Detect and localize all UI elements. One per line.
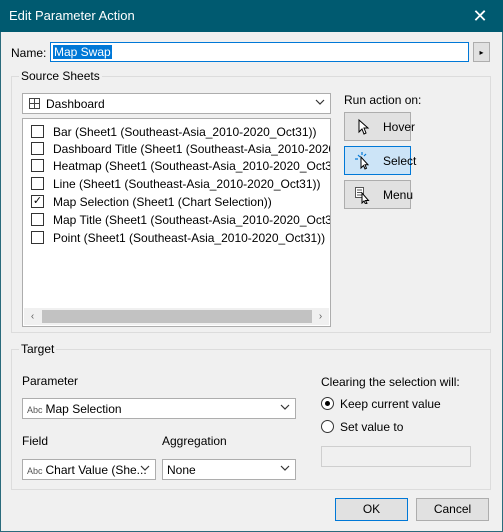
chevron-down-icon bbox=[314, 95, 326, 109]
source-sheets-title: Source Sheets bbox=[19, 69, 102, 83]
field-value: Chart Value (She... bbox=[45, 463, 147, 477]
select-button-label: Select bbox=[383, 154, 417, 168]
list-item-label: Dashboard Title (Sheet1 (Southeast-Asia_… bbox=[53, 142, 331, 156]
target-title: Target bbox=[19, 342, 57, 356]
dashboard-select[interactable]: Dashboard bbox=[22, 93, 331, 114]
checkbox[interactable] bbox=[31, 231, 44, 244]
aggregation-label: Aggregation bbox=[162, 434, 227, 448]
hover-button[interactable]: Hover bbox=[344, 112, 415, 141]
run-action-label: Run action on: bbox=[344, 93, 422, 107]
set-value-to-radio[interactable] bbox=[321, 420, 334, 433]
clearing-label: Clearing the selection will: bbox=[321, 375, 460, 389]
name-expand-button[interactable]: ▸ bbox=[473, 42, 490, 62]
parameter-label: Parameter bbox=[22, 374, 79, 388]
name-input-value: Map Swap bbox=[53, 45, 112, 59]
hover-button-label: Hover bbox=[383, 120, 416, 134]
scrollbar-thumb[interactable] bbox=[42, 310, 312, 323]
checkbox[interactable] bbox=[31, 177, 44, 190]
click-pointer-icon bbox=[355, 152, 371, 170]
list-item-label: Point (Sheet1 (Southeast-Asia_2010-2020_… bbox=[53, 231, 326, 245]
menu-pointer-icon bbox=[355, 186, 371, 205]
list-item-label: Line (Sheet1 (Southeast-Asia_2010-2020_O… bbox=[53, 177, 321, 191]
close-icon[interactable]: ✕ bbox=[457, 0, 503, 32]
parameter-select-text: Abc Map Selection bbox=[27, 402, 122, 416]
scroll-right-icon[interactable]: › bbox=[312, 308, 329, 325]
list-item-label: Heatmap (Sheet1 (Southeast-Asia_2010-202… bbox=[53, 159, 331, 173]
dashboard-select-value: Dashboard bbox=[46, 97, 105, 111]
menu-button-label: Menu bbox=[383, 188, 414, 202]
parameter-value: Map Selection bbox=[45, 402, 122, 416]
dashboard-icon bbox=[29, 98, 40, 109]
parameter-select[interactable]: Abc Map Selection bbox=[22, 398, 296, 419]
list-item-label: Map Title (Sheet1 (Southeast-Asia_2010-2… bbox=[53, 213, 331, 227]
title-bar: Edit Parameter Action ✕ bbox=[0, 0, 503, 32]
name-input[interactable]: Map Swap bbox=[50, 42, 469, 62]
field-label: Field bbox=[22, 434, 49, 448]
window-title: Edit Parameter Action bbox=[9, 8, 135, 23]
field-select-text: Abc Chart Value (She... bbox=[27, 463, 147, 477]
keep-current-value-radio[interactable] bbox=[321, 397, 334, 410]
field-select[interactable]: Abc Chart Value (She... bbox=[22, 459, 156, 480]
aggregation-select[interactable]: None bbox=[162, 459, 296, 480]
chevron-down-icon bbox=[139, 461, 151, 475]
chevron-down-icon bbox=[279, 461, 291, 475]
chevron-down-icon bbox=[279, 400, 291, 414]
select-button[interactable]: Select bbox=[344, 146, 416, 175]
set-value-input[interactable] bbox=[321, 446, 471, 467]
string-type-icon: Abc bbox=[27, 405, 43, 415]
list-item-label: Map Selection (Sheet1 (Chart Selection)) bbox=[53, 195, 272, 209]
list-item-label: Bar (Sheet1 (Southeast-Asia_2010-2020_Oc… bbox=[53, 125, 317, 139]
aggregation-value: None bbox=[167, 463, 196, 477]
name-label: Name: bbox=[11, 46, 47, 60]
set-value-to-label: Set value to bbox=[340, 420, 404, 434]
string-type-icon: Abc bbox=[27, 466, 43, 476]
horizontal-scrollbar[interactable]: ‹ › bbox=[24, 308, 329, 325]
cancel-button[interactable]: Cancel bbox=[416, 498, 489, 521]
menu-button[interactable]: Menu bbox=[344, 180, 414, 209]
checkbox[interactable] bbox=[31, 125, 44, 138]
keep-current-value-label: Keep current value bbox=[340, 397, 441, 411]
pointer-icon bbox=[355, 118, 371, 136]
checkbox[interactable] bbox=[31, 213, 44, 226]
checkbox-checked[interactable]: ✓ bbox=[31, 195, 44, 208]
checkbox[interactable] bbox=[31, 159, 44, 172]
source-sheets-list[interactable]: Bar (Sheet1 (Southeast-Asia_2010-2020_Oc… bbox=[22, 118, 331, 327]
ok-button[interactable]: OK bbox=[335, 498, 408, 521]
checkbox[interactable] bbox=[31, 142, 44, 155]
scroll-left-icon[interactable]: ‹ bbox=[24, 308, 41, 325]
